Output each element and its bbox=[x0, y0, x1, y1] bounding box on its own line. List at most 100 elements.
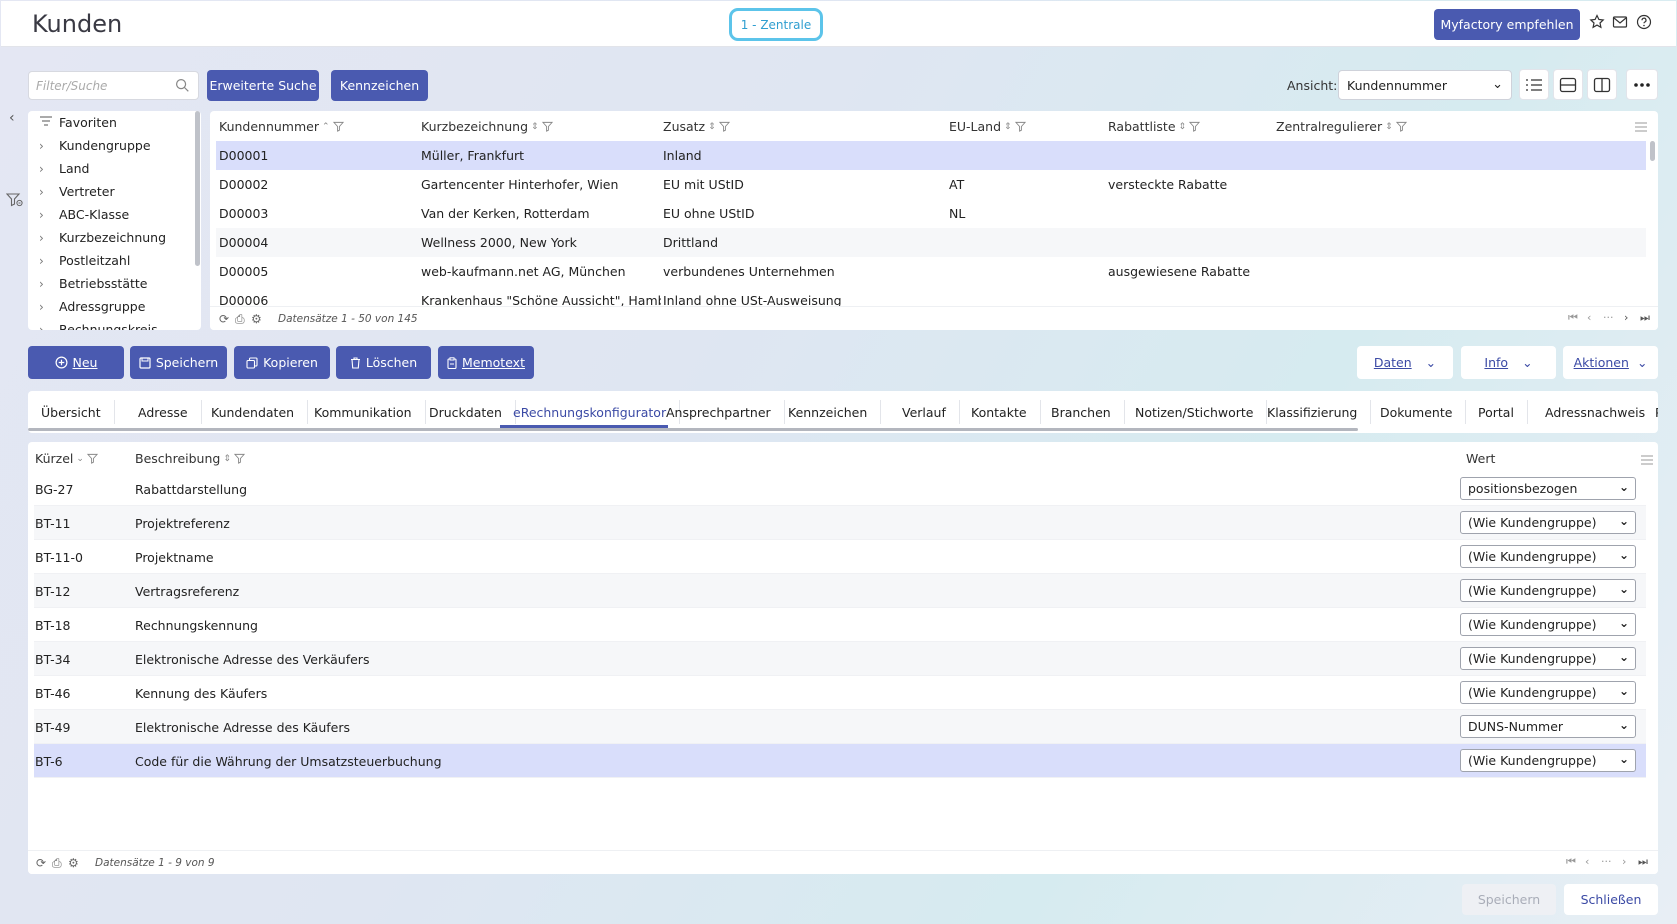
recommend-button[interactable]: Myfactory empfehlen bbox=[1434, 9, 1580, 40]
tree-scrollbar[interactable] bbox=[195, 111, 200, 266]
data-dropdown-button[interactable]: Daten ⌄ bbox=[1357, 346, 1453, 379]
table-row[interactable]: BT-18 Rechnungskennung (Wie Kundengruppe… bbox=[34, 608, 1646, 642]
split-vertical-button[interactable] bbox=[1587, 69, 1617, 100]
value-select[interactable]: positionsbezogen ⌄ bbox=[1460, 477, 1636, 500]
close-button[interactable]: Schließen bbox=[1564, 884, 1658, 915]
tree-item-postleitzahl[interactable]: › Postleitzahl bbox=[28, 249, 201, 272]
search-input[interactable] bbox=[29, 72, 169, 99]
first-page-icon[interactable]: ⏮ bbox=[1568, 311, 1578, 325]
last-page-icon[interactable]: ⏭ bbox=[1640, 311, 1650, 325]
last-page-icon[interactable]: ⏭ bbox=[1638, 855, 1648, 869]
table-row[interactable]: D00004 Wellness 2000, New York Drittland bbox=[216, 228, 1646, 257]
refresh-icon[interactable]: ⟳ bbox=[36, 856, 46, 870]
table-row[interactable]: D00001 Müller, Frankfurt Inland bbox=[216, 141, 1646, 170]
next-page-icon[interactable]: › bbox=[1624, 311, 1628, 324]
value-select[interactable]: (Wie Kundengruppe) ⌄ bbox=[1460, 681, 1636, 704]
filter-panel-icon[interactable] bbox=[5, 192, 24, 208]
actions-dropdown-button[interactable]: Aktionen ⌄ bbox=[1563, 346, 1658, 379]
table-row[interactable]: BT-46 Kennung des Käufers (Wie Kundengru… bbox=[34, 676, 1646, 710]
new-button[interactable]: Neu bbox=[28, 346, 124, 379]
column-header-zusatz[interactable]: Zusatz ⇕ bbox=[663, 119, 730, 134]
table-row[interactable]: BT-11-0 Projektname (Wie Kundengruppe) ⌄ bbox=[34, 540, 1646, 574]
mail-icon[interactable] bbox=[1611, 14, 1629, 32]
advanced-search-button[interactable]: Erweiterte Suche bbox=[207, 70, 319, 101]
value-select[interactable]: (Wie Kundengruppe) ⌄ bbox=[1460, 647, 1636, 670]
print-icon[interactable]: ⎙ bbox=[52, 856, 62, 871]
value-select[interactable]: (Wie Kundengruppe) ⌄ bbox=[1460, 511, 1636, 534]
value-select[interactable]: DUNS-Nummer ⌄ bbox=[1460, 715, 1636, 738]
list-view-button[interactable] bbox=[1519, 69, 1549, 100]
tree-item-rechnungskreis[interactable]: › Rechnungskreis bbox=[28, 318, 201, 330]
tree-item-favoriten[interactable]: Favoriten bbox=[28, 111, 201, 134]
table-row[interactable]: BT-6 Code für die Währung der Umsatzsteu… bbox=[34, 744, 1646, 778]
settings-icon[interactable]: ⚙ bbox=[68, 856, 79, 870]
settings-icon[interactable]: ⚙ bbox=[251, 312, 262, 326]
tab-branchen[interactable]: Branchen bbox=[1038, 400, 1125, 424]
search-icon[interactable] bbox=[175, 78, 191, 94]
tab-kundendaten[interactable]: Kundendaten bbox=[198, 400, 309, 424]
memo-button[interactable]: Memotext bbox=[438, 346, 534, 379]
split-horizontal-button[interactable] bbox=[1553, 69, 1583, 100]
column-menu-icon[interactable] bbox=[1634, 122, 1648, 132]
tab-adresse[interactable]: Adresse bbox=[125, 400, 202, 424]
table-row[interactable]: BT-11 Projektreferenz (Wie Kundengruppe)… bbox=[34, 506, 1646, 540]
tree-item-abc-klasse[interactable]: › ABC-Klasse bbox=[28, 203, 201, 226]
column-header-kurzbezeichnung[interactable]: Kurzbezeichnung ⇕ bbox=[421, 119, 553, 134]
tab-portal[interactable]: Portal bbox=[1465, 400, 1528, 424]
collapse-panel-icon[interactable]: ‹ bbox=[9, 110, 15, 126]
tree-item-betriebsstaette[interactable]: › Betriebsstätte bbox=[28, 272, 201, 295]
first-page-icon[interactable]: ⏮ bbox=[1566, 855, 1576, 869]
tab-ansprechpartner[interactable]: Ansprechpartner bbox=[653, 400, 785, 424]
column-header-eu-land[interactable]: EU-Land ⇕ bbox=[949, 119, 1026, 134]
value-select[interactable]: (Wie Kundengruppe) ⌄ bbox=[1460, 749, 1636, 772]
more-options-button[interactable] bbox=[1626, 69, 1658, 100]
table-row[interactable]: D00002 Gartencenter Hinterhofer, Wien EU… bbox=[216, 170, 1646, 199]
tree-item-adressgruppe[interactable]: › Adressgruppe bbox=[28, 295, 201, 318]
tab-uebersicht[interactable]: Übersicht bbox=[28, 400, 115, 424]
tree-item-kundengruppe[interactable]: › Kundengruppe bbox=[28, 134, 201, 157]
tab-verlauf[interactable]: Verlauf bbox=[889, 400, 960, 424]
tabs-scrollbar[interactable] bbox=[28, 428, 1358, 431]
tree-item-kurzbezeichnung[interactable]: › Kurzbezeichnung bbox=[28, 226, 201, 249]
table-row[interactable]: BT-34 Elektronische Adresse des Verkäufe… bbox=[34, 642, 1646, 676]
column-header-kundennummer[interactable]: Kundennummer ⌃ bbox=[219, 119, 344, 134]
table-row[interactable]: D00003 Van der Kerken, Rotterdam EU ohne… bbox=[216, 199, 1646, 228]
prev-page-icon[interactable]: ‹ bbox=[1585, 855, 1589, 868]
tab-more[interactable]: P bbox=[1642, 400, 1658, 424]
refresh-icon[interactable]: ⟳ bbox=[219, 312, 229, 326]
tree-item-vertreter[interactable]: › Vertreter bbox=[28, 180, 201, 203]
grid-scrollbar[interactable] bbox=[1650, 141, 1655, 161]
next-page-icon[interactable]: › bbox=[1622, 855, 1626, 868]
info-dropdown-button[interactable]: Info ⌄ bbox=[1461, 346, 1556, 379]
column-menu-icon[interactable] bbox=[1640, 455, 1654, 465]
table-row[interactable]: BG-27 Rabattdarstellung positionsbezogen… bbox=[34, 472, 1646, 506]
tab-kontakte[interactable]: Kontakte bbox=[958, 400, 1041, 424]
print-icon[interactable]: ⎙ bbox=[235, 312, 245, 327]
column-header-kuerzel[interactable]: Kürzel ⌄ bbox=[35, 451, 98, 466]
tab-kennzeichen[interactable]: Kennzeichen bbox=[775, 400, 882, 424]
tree-item-land[interactable]: › Land bbox=[28, 157, 201, 180]
column-header-rabattliste[interactable]: Rabattliste ⇕ bbox=[1108, 119, 1201, 134]
help-icon[interactable] bbox=[1635, 14, 1653, 32]
table-row[interactable]: BT-49 Elektronische Adresse des Käufers … bbox=[34, 710, 1646, 744]
table-row[interactable]: BT-12 Vertragsreferenz (Wie Kundengruppe… bbox=[34, 574, 1646, 608]
tab-dokumente[interactable]: Dokumente bbox=[1367, 400, 1467, 424]
view-select[interactable]: Kundennummer ⌄ bbox=[1338, 70, 1512, 100]
marker-button[interactable]: Kennzeichen bbox=[331, 70, 428, 101]
table-row[interactable]: D00005 web-kaufmann.net AG, München verb… bbox=[216, 257, 1646, 286]
tab-klassifizierung[interactable]: Klassifizierung bbox=[1254, 400, 1372, 424]
tab-kommunikation[interactable]: Kommunikation bbox=[301, 400, 426, 424]
value-select[interactable]: (Wie Kundengruppe) ⌄ bbox=[1460, 613, 1636, 636]
tab-adressnachweis[interactable]: Adressnachweis bbox=[1532, 400, 1658, 424]
footer-save-button[interactable]: Speichern bbox=[1462, 884, 1556, 915]
copy-button[interactable]: Kopieren bbox=[234, 346, 330, 379]
value-select[interactable]: (Wie Kundengruppe) ⌄ bbox=[1460, 579, 1636, 602]
delete-button[interactable]: Löschen bbox=[336, 346, 431, 379]
tab-notizen-stichworte[interactable]: Notizen/Stichworte bbox=[1122, 400, 1268, 424]
save-button[interactable]: Speichern bbox=[130, 346, 227, 379]
value-select[interactable]: (Wie Kundengruppe) ⌄ bbox=[1460, 545, 1636, 568]
company-selector[interactable]: 1 - Zentrale bbox=[729, 8, 823, 41]
column-header-zentralregulierer[interactable]: Zentralregulierer ⇕ bbox=[1276, 119, 1407, 134]
table-row[interactable]: D00006 Krankenhaus "Schöne Aussicht", Ha… bbox=[216, 286, 1646, 306]
column-header-beschreibung[interactable]: Beschreibung ⇕ bbox=[135, 451, 245, 466]
